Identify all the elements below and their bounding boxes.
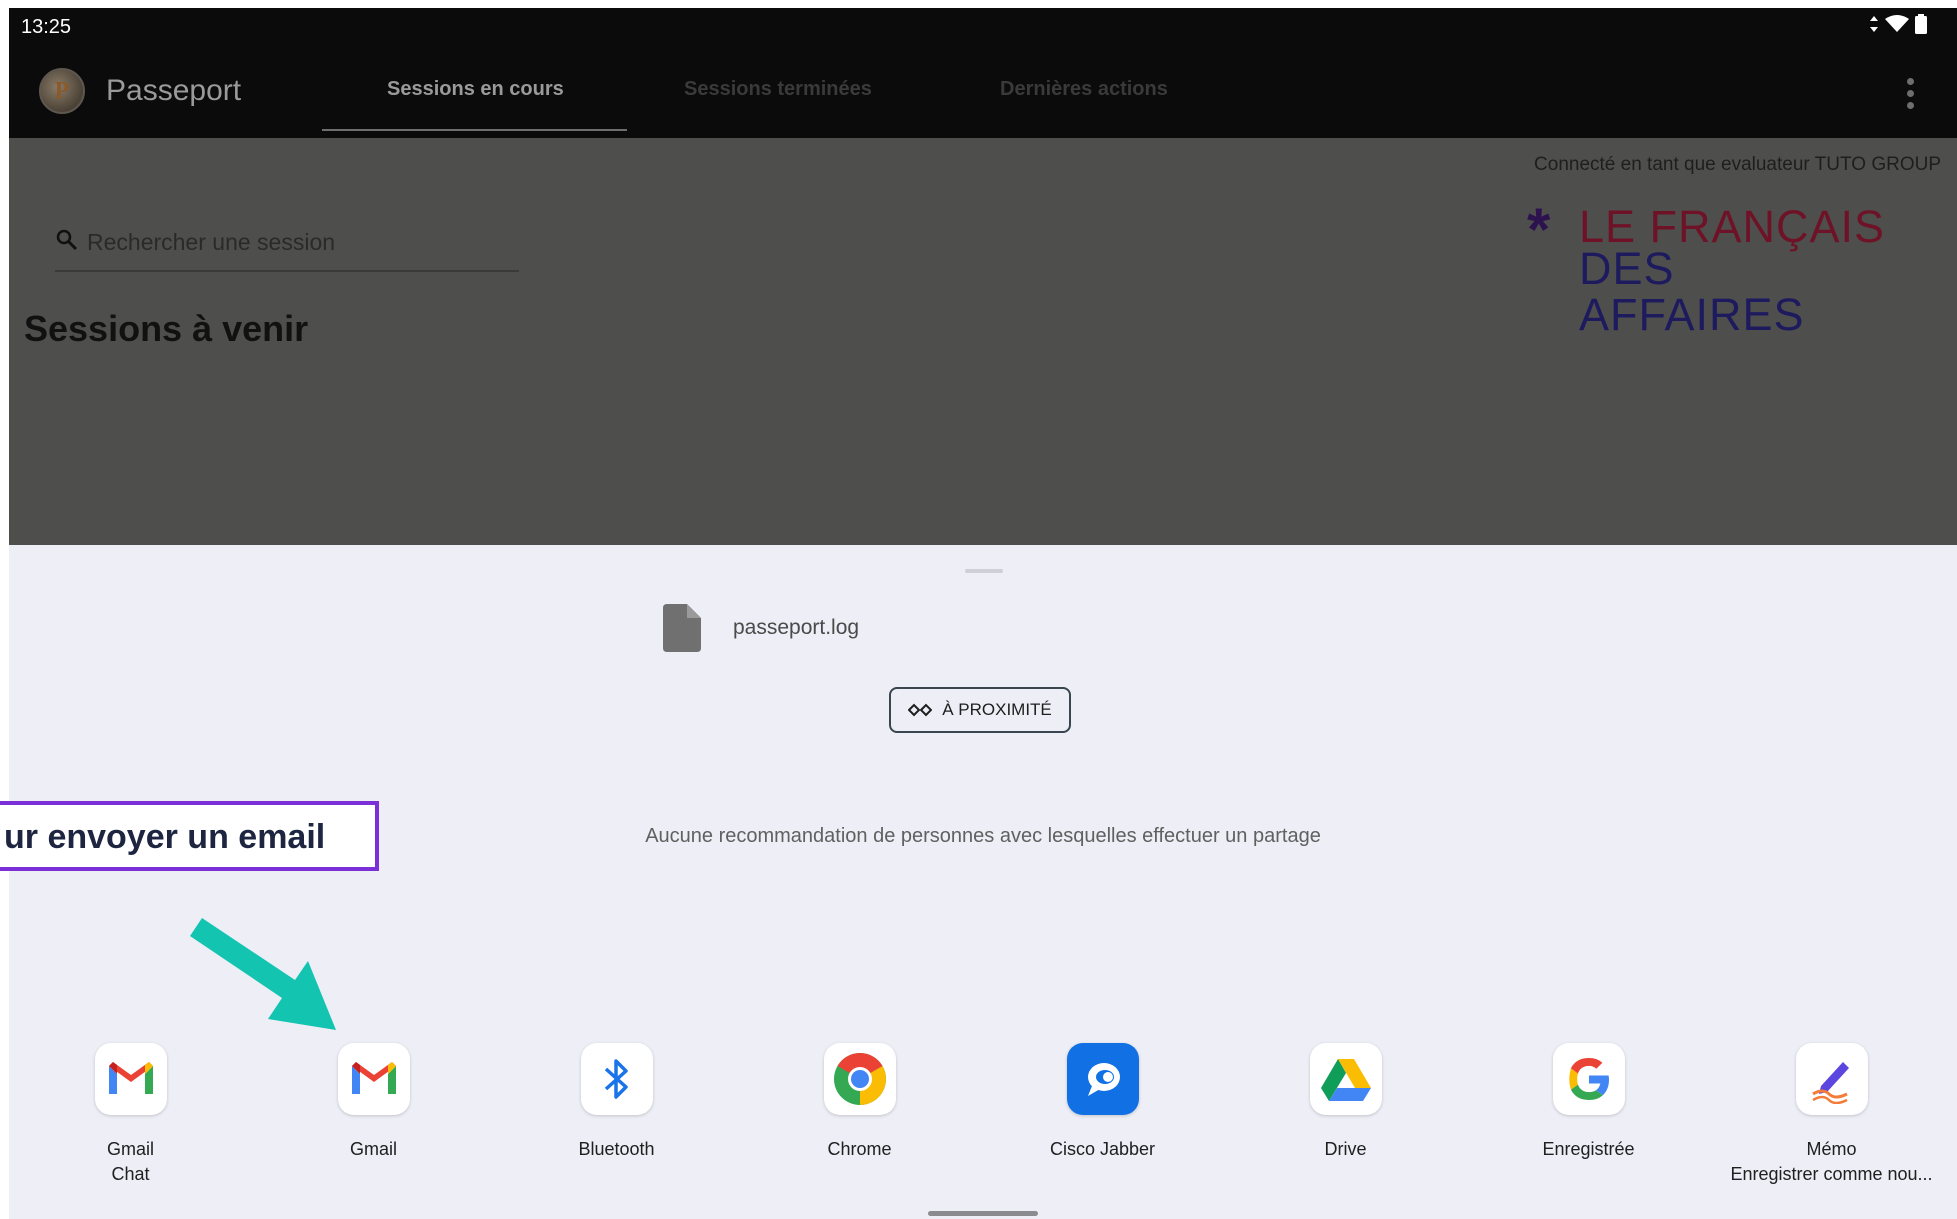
- share-target-gmail[interactable]: Gmail: [252, 1043, 495, 1162]
- app-label: Enregistrée: [1542, 1139, 1635, 1159]
- nearby-share-icon: [908, 703, 933, 717]
- gmail-icon: [337, 1043, 410, 1115]
- brand-star-icon: *: [1527, 196, 1551, 263]
- status-time: 13:25: [21, 16, 72, 38]
- file-icon: [663, 604, 701, 652]
- app-label: Chrome: [827, 1139, 892, 1159]
- app-label: Drive: [1324, 1139, 1367, 1159]
- share-apps-row: Gmail Chat Gmail Bluetooth Chrome Cisco …: [9, 1043, 1957, 1193]
- overflow-menu-icon[interactable]: [1907, 78, 1915, 109]
- shared-file: passeport.log: [663, 603, 859, 653]
- chrome-icon: [823, 1043, 896, 1115]
- status-bar: 13:25: [9, 8, 1957, 46]
- google-icon: [1552, 1043, 1625, 1115]
- memo-icon: [1795, 1043, 1868, 1115]
- search-input[interactable]: [85, 224, 509, 260]
- drive-icon: [1309, 1043, 1382, 1115]
- app-label: Gmail: [349, 1139, 397, 1159]
- app-label: Gmail Chat: [106, 1139, 154, 1184]
- app-title: Passeport: [106, 74, 242, 107]
- share-target-gmail-chat[interactable]: Gmail Chat: [9, 1043, 252, 1187]
- share-target-drive[interactable]: Drive: [1224, 1043, 1467, 1162]
- cisco-jabber-icon: [1066, 1043, 1139, 1115]
- main-content: Connecté en tant que evaluateur TUTO GRO…: [9, 138, 1957, 545]
- sheet-drag-handle[interactable]: [965, 569, 1003, 573]
- battery-icon: [1915, 14, 1927, 34]
- share-target-cisco-jabber[interactable]: Cisco Jabber: [981, 1043, 1224, 1162]
- search-bar: [55, 218, 519, 272]
- share-target-bluetooth[interactable]: Bluetooth: [495, 1043, 738, 1162]
- app-logo-letter: P: [54, 77, 70, 104]
- share-target-enregistree[interactable]: Enregistrée: [1467, 1043, 1710, 1162]
- wifi-icon: [1885, 15, 1909, 32]
- tutorial-callout-text: ur envoyer un email: [4, 818, 326, 856]
- share-target-memo[interactable]: Mémo Enregistrer comme nou...: [1710, 1043, 1953, 1187]
- app-logo: P: [39, 68, 85, 114]
- status-icons: [1869, 14, 1927, 34]
- app-label: Cisco Jabber: [1049, 1139, 1156, 1159]
- app-bar: P Passeport Sessions en cours Sessions t…: [9, 46, 1957, 138]
- gmail-icon: [94, 1043, 167, 1115]
- tutorial-callout: ur envoyer un email: [0, 801, 379, 871]
- app-label: Mémo Enregistrer comme nou...: [1730, 1139, 1933, 1184]
- brand-line-2: DES AFFAIRES: [1579, 243, 1805, 340]
- nearby-share-button[interactable]: À PROXIMITÉ: [889, 687, 1071, 733]
- tab-sessions-terminees[interactable]: Sessions terminées: [684, 78, 872, 101]
- search-icon: [56, 229, 78, 251]
- tab-sessions-en-cours[interactable]: Sessions en cours: [387, 78, 564, 101]
- tutorial-arrow-icon: [190, 918, 336, 1030]
- brand-logo: * LE FRANÇAIS DES AFFAIRES: [1527, 196, 1907, 338]
- app-label: Bluetooth: [578, 1139, 655, 1159]
- bluetooth-icon: [580, 1043, 653, 1115]
- connected-as-text: Connecté en tant que evaluateur TUTO GRO…: [1534, 154, 1941, 175]
- share-target-chrome[interactable]: Chrome: [738, 1043, 981, 1162]
- data-transfer-icon: [1870, 16, 1878, 32]
- tab-dernieres-actions[interactable]: Dernières actions: [1000, 78, 1168, 101]
- nearby-share-label: À PROXIMITÉ: [942, 700, 1052, 719]
- navigation-handle[interactable]: [928, 1211, 1038, 1216]
- share-sheet: passeport.log À PROXIMITÉ Aucune recomma…: [9, 545, 1957, 1219]
- active-tab-indicator: [322, 129, 627, 131]
- section-title: Sessions à venir: [24, 308, 309, 349]
- file-name: passeport.log: [733, 616, 860, 639]
